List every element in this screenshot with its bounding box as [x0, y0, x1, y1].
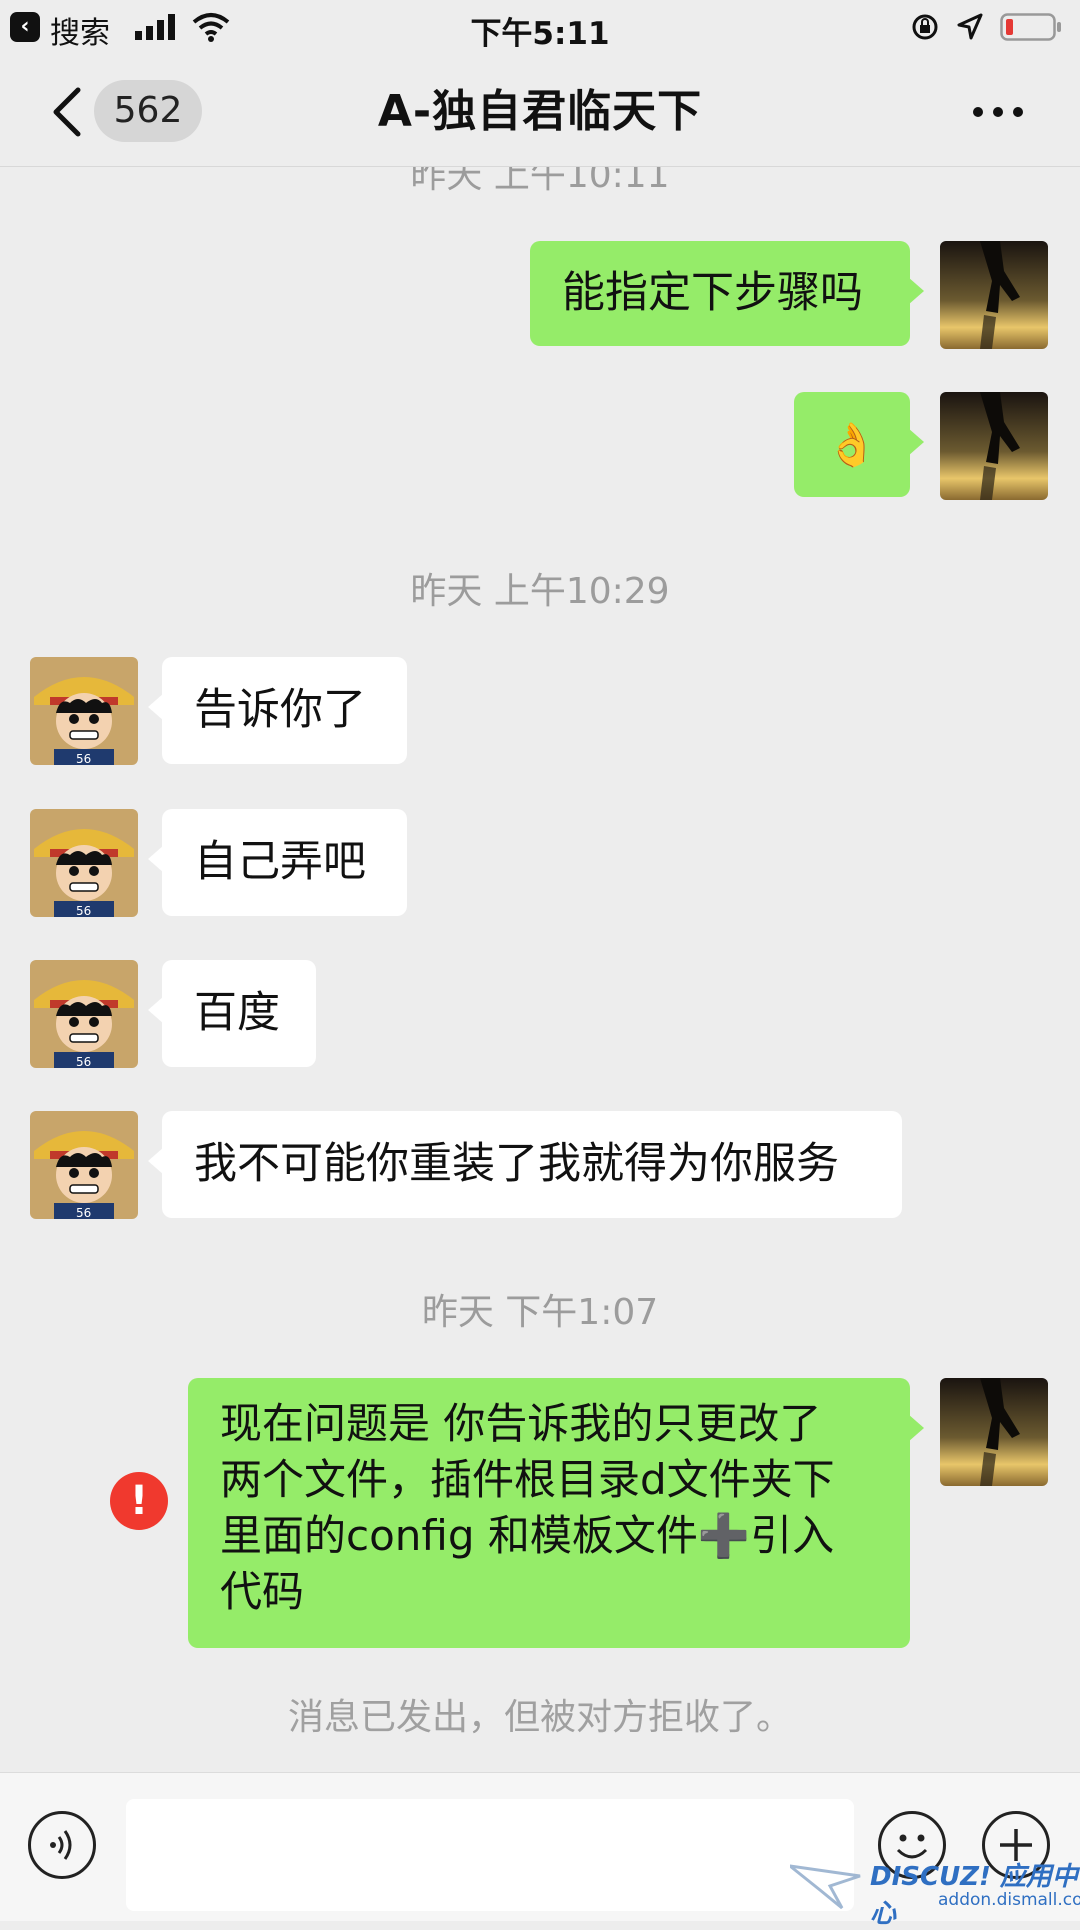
message-text-line: 代码 [220, 1567, 305, 1616]
chat-title: A-独自君临天下 [377, 86, 703, 137]
svg-text:56: 56 [76, 752, 91, 765]
svg-text:56: 56 [76, 1055, 91, 1068]
message-text-line: 里面的config 和模板文件➕引入 [220, 1511, 835, 1560]
message-bubble-sent[interactable]: 👌 [794, 392, 924, 497]
message-bubble-received[interactable]: 我不可能你重装了我就得为你服务 [148, 1111, 902, 1218]
battery-low-icon [1000, 13, 1061, 41]
message-text: 百度 [194, 988, 280, 1038]
voice-icon [50, 1830, 72, 1860]
message-bubble-received[interactable]: 百度 [148, 960, 316, 1067]
message-text: 能指定下步骤吗 [562, 268, 863, 318]
svg-text:56: 56 [76, 1206, 91, 1219]
watermark-url: addon.dismall.com [938, 1890, 1080, 1910]
message-bubble-received[interactable]: 自己弄吧 [148, 809, 407, 916]
location-arrow-icon [957, 13, 983, 40]
contact-avatar[interactable]: 56 [30, 1111, 138, 1219]
message-text: 我不可能你重装了我就得为你服务 [194, 1139, 839, 1189]
message-bubble-received[interactable]: 告诉你了 [148, 657, 407, 764]
contact-avatar[interactable]: 56 [30, 960, 138, 1068]
more-options-icon[interactable] [970, 97, 1026, 127]
message-bubble-sent[interactable]: 现在问题是 你告诉我的只更改了 两个文件，插件根目录d文件夹下 里面的confi… [188, 1378, 924, 1648]
message-text-line: 现在问题是 你告诉我的只更改了 [220, 1399, 822, 1448]
orientation-lock-icon [912, 14, 938, 40]
message-text-line: 两个文件，插件根目录d文件夹下 [220, 1455, 835, 1504]
ok-hand-emoji: 👌 [825, 420, 879, 469]
my-avatar[interactable] [940, 392, 1048, 500]
rejected-notice: 消息已发出，但被对方拒收了。 [287, 1697, 792, 1738]
chat-header: 562 A-独自君临天下 [0, 62, 1080, 167]
send-failed-icon[interactable]: ! [110, 1472, 168, 1530]
contact-avatar[interactable]: 56 [30, 809, 138, 917]
timestamp: 昨天 下午1:07 [421, 1292, 659, 1333]
my-avatar[interactable] [940, 241, 1048, 349]
message-text: 告诉你了 [194, 685, 366, 735]
svg-text:56: 56 [76, 904, 91, 917]
timestamp: 昨天 上午10:29 [410, 571, 670, 612]
contact-avatar[interactable]: 56 [30, 657, 138, 765]
message-bubble-sent[interactable]: 能指定下步骤吗 [530, 241, 924, 346]
my-avatar[interactable] [940, 1378, 1048, 1486]
message-input[interactable] [126, 1799, 854, 1911]
voice-input-button[interactable] [28, 1811, 96, 1879]
message-text: 自己弄吧 [194, 837, 366, 887]
status-bar: ‹ 搜索 下午5:11 [0, 0, 1080, 60]
